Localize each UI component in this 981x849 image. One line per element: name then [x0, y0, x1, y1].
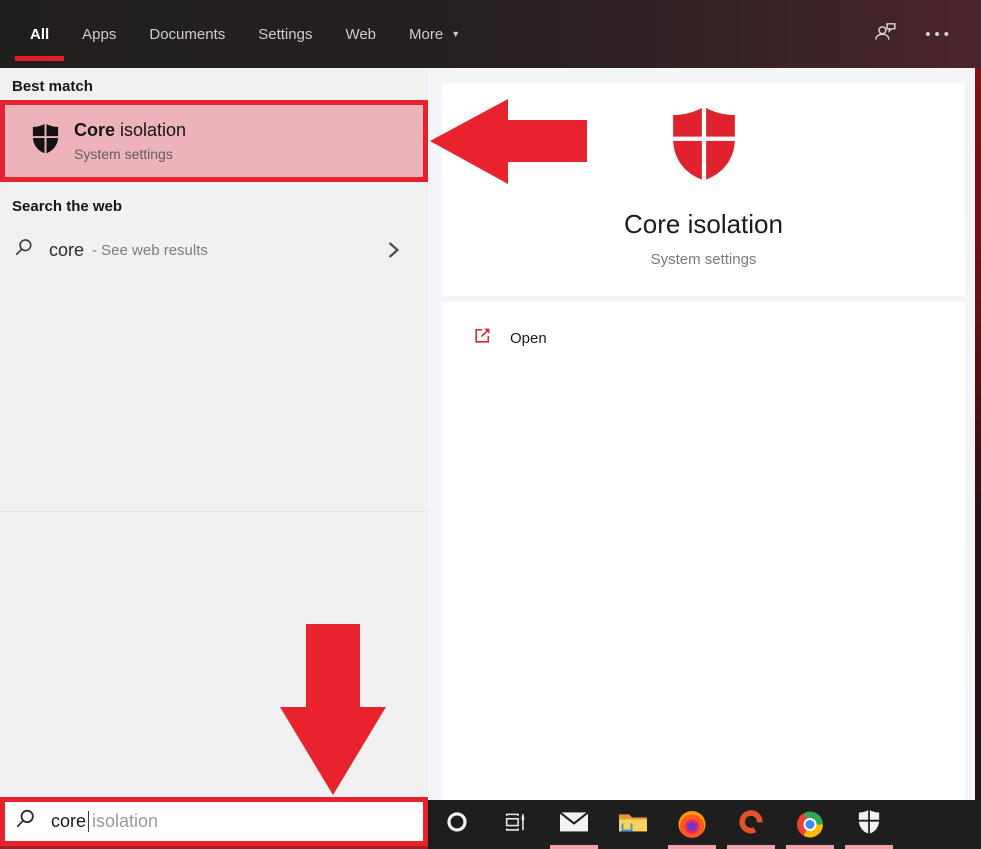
text-cursor — [88, 811, 89, 832]
web-result-row[interactable]: core - See web results — [0, 227, 428, 273]
open-action[interactable]: Open — [442, 302, 965, 351]
results-divider — [0, 511, 428, 512]
running-indicator-firefox — [668, 845, 716, 849]
firefox-icon[interactable] — [679, 810, 706, 837]
best-match-result-core-isolation[interactable]: Core isolation System settings — [0, 100, 428, 182]
windows-security-shield-icon — [442, 103, 965, 189]
open-external-icon — [472, 325, 493, 351]
topbar-actions: ••• — [873, 0, 981, 68]
tab-settings-label: Settings — [258, 26, 312, 43]
desktop-edge-strip — [975, 68, 981, 800]
chevron-right-icon[interactable] — [387, 240, 400, 265]
preview-header-card: Core isolation System settings — [442, 83, 965, 296]
web-query-text: core — [49, 240, 84, 261]
search-web-header: Search the web — [12, 198, 122, 215]
result-title: Core isolation — [74, 120, 186, 141]
tab-apps-label: Apps — [82, 26, 116, 43]
open-action-label: Open — [510, 330, 547, 347]
tab-documents-label: Documents — [149, 26, 225, 43]
best-match-text: Core isolation System settings — [74, 120, 186, 162]
running-indicator-chrome — [786, 845, 834, 849]
mail-icon[interactable] — [559, 810, 589, 838]
tab-web-label: Web — [345, 26, 376, 43]
ellipsis-icon[interactable]: ••• — [925, 26, 953, 43]
task-view-icon[interactable] — [503, 809, 528, 839]
tab-all[interactable]: All — [30, 0, 49, 68]
windows-search-screen: All Apps Documents Settings Web More ▼ •… — [0, 0, 981, 849]
tab-web[interactable]: Web — [345, 0, 376, 68]
best-match-header: Best match — [12, 78, 93, 95]
results-panel: Best match Core isolation System setting… — [0, 68, 428, 800]
origin-icon[interactable] — [738, 808, 765, 840]
tab-more[interactable]: More ▼ — [409, 0, 460, 68]
preview-subtitle: System settings — [442, 251, 965, 268]
result-title-query-part: Core — [74, 120, 115, 140]
running-indicator-security — [845, 845, 893, 849]
search-input[interactable]: core isolation — [0, 797, 428, 846]
search-icon — [14, 238, 33, 262]
file-explorer-icon[interactable] — [618, 809, 648, 839]
tab-all-label: All — [30, 26, 49, 43]
search-typed-text: core — [51, 811, 86, 832]
chevron-down-icon: ▼ — [451, 29, 460, 39]
preview-title: Core isolation — [442, 209, 965, 240]
cortana-icon[interactable] — [446, 810, 468, 837]
feedback-person-chat-icon[interactable] — [873, 19, 898, 49]
tab-documents[interactable]: Documents — [149, 0, 225, 68]
windows-security-shield-icon — [30, 122, 61, 160]
web-hint-text: - See web results — [92, 242, 208, 259]
running-indicator-origin — [727, 845, 775, 849]
running-indicator-mail — [550, 845, 598, 849]
search-filter-bar: All Apps Documents Settings Web More ▼ •… — [0, 0, 981, 68]
result-title-rest: isolation — [115, 120, 186, 140]
tab-apps[interactable]: Apps — [82, 0, 116, 68]
windows-security-icon[interactable] — [857, 808, 882, 840]
search-icon — [15, 809, 35, 834]
search-suggestion-text: isolation — [92, 811, 158, 832]
chrome-icon[interactable] — [797, 811, 823, 837]
preview-actions-card: Open — [442, 302, 965, 800]
result-subtitle: System settings — [74, 146, 186, 162]
tab-settings[interactable]: Settings — [258, 0, 312, 68]
taskbar — [428, 800, 981, 849]
filter-tabs: All Apps Documents Settings Web More ▼ — [0, 0, 460, 68]
tab-more-label: More — [409, 26, 443, 43]
preview-panel: Core isolation System settings Open — [428, 68, 975, 800]
